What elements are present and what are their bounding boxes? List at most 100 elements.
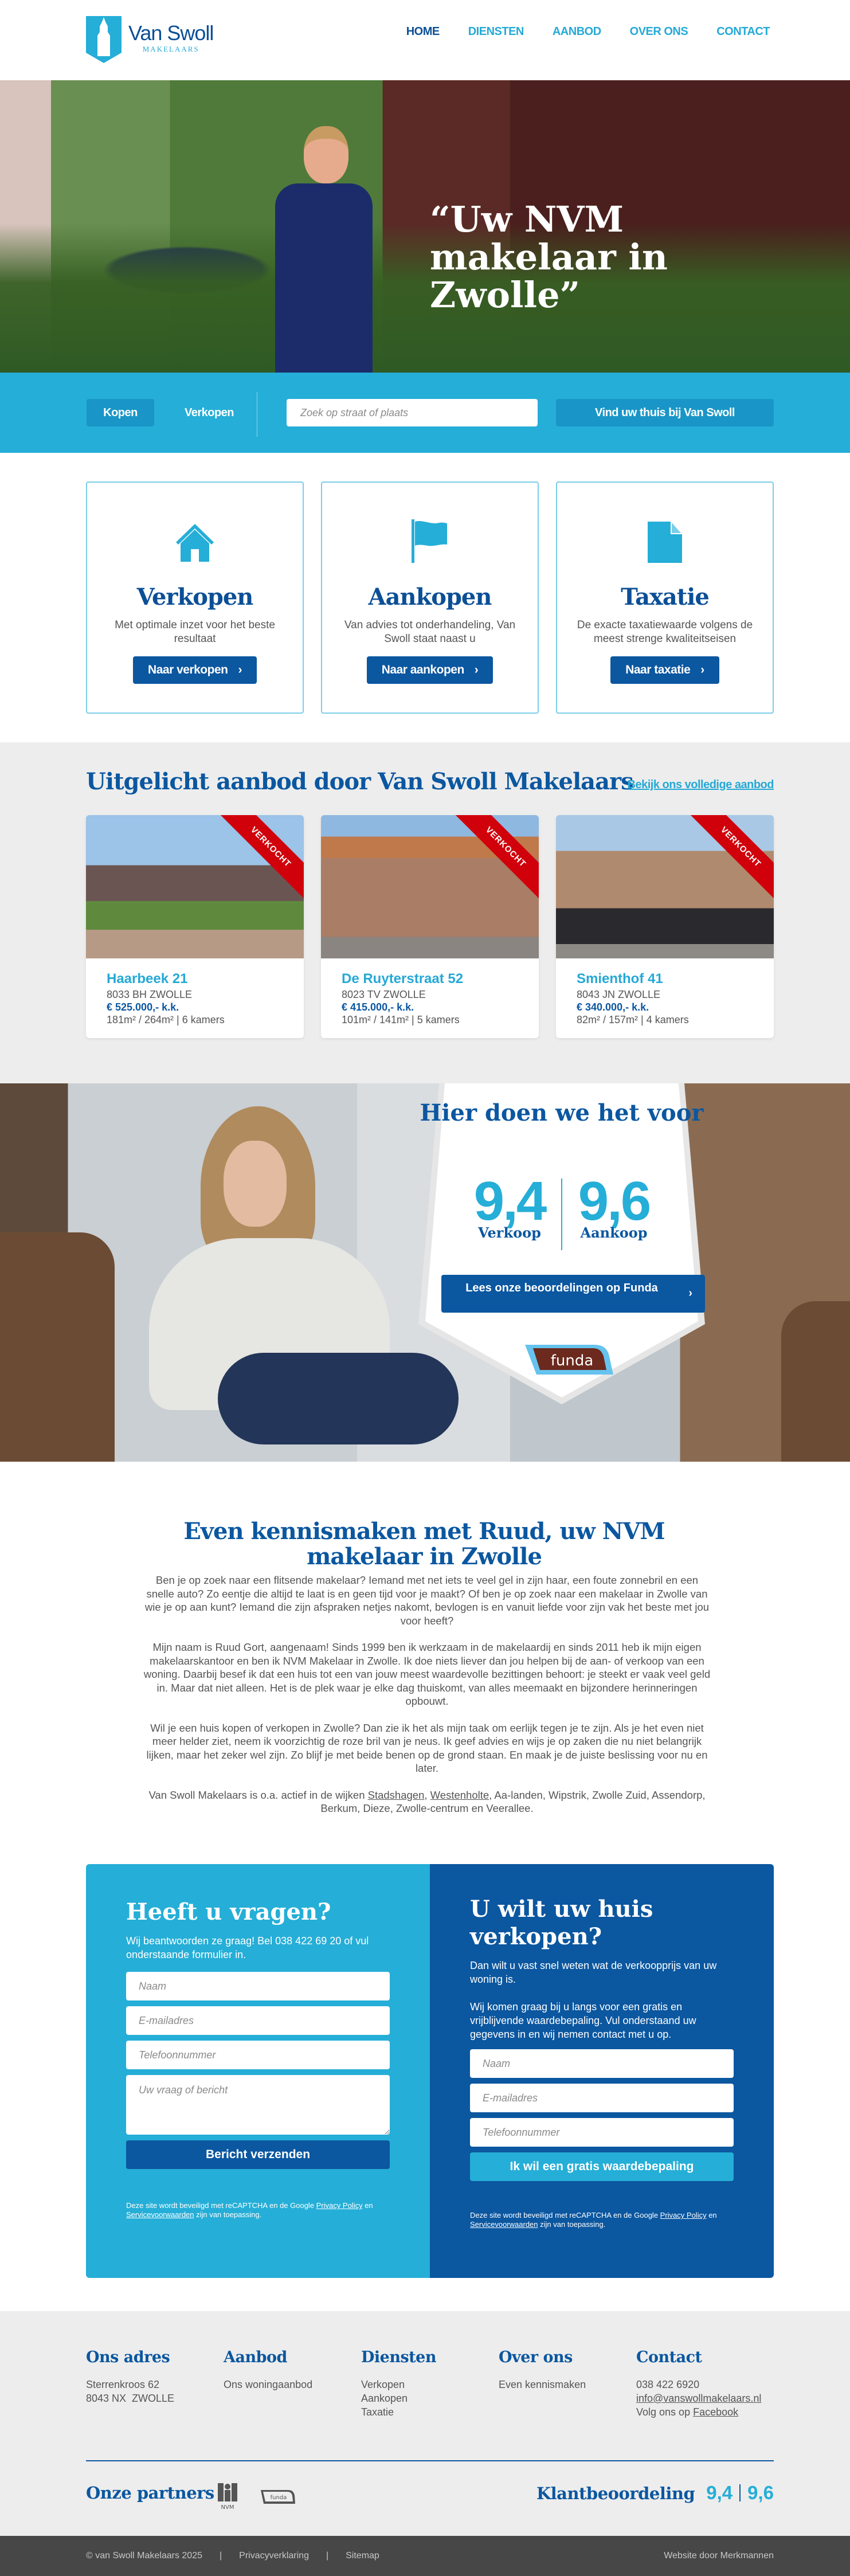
chevron-right-icon: › <box>688 1287 692 1299</box>
logo[interactable]: Van Swoll MAKELAARS <box>86 16 214 63</box>
listing-card[interactable]: VERKOCHT De Ruyterstraat 52 8023 TV ZWOL… <box>321 815 539 1038</box>
featured-listings: Uitgelicht aanbod door Van Swoll Makelaa… <box>0 742 850 1083</box>
footer-link[interactable]: Ons woningaanbod <box>224 2378 312 2391</box>
naar-verkopen-button[interactable]: Naar verkopen › <box>133 656 257 684</box>
email-field[interactable] <box>470 2084 734 2112</box>
about-section: Even kennismaken met Ruud, uw NVM makela… <box>0 1462 850 1864</box>
message-field[interactable] <box>126 2075 390 2135</box>
sitemap-link[interactable]: Sitemap <box>346 2551 379 2561</box>
email-field[interactable] <box>126 2006 390 2035</box>
nvm-logo[interactable]: NVM <box>217 2483 238 2510</box>
nav-home[interactable]: HOME <box>406 25 440 38</box>
footer-heading: Ons adres <box>86 2348 170 2366</box>
nav-contact[interactable]: CONTACT <box>716 25 770 38</box>
recaptcha-text: en <box>362 2201 373 2210</box>
svg-text:funda: funda <box>551 1352 594 1369</box>
naar-taxatie-button[interactable]: Naar taxatie › <box>610 656 719 684</box>
naar-aankopen-button[interactable]: Naar aankopen › <box>366 656 493 684</box>
search-button[interactable]: Vind uw thuis bij Van Swoll <box>556 399 774 426</box>
listing-price: € 340.000,- k.k. <box>577 1001 649 1013</box>
read-reviews-button[interactable]: Lees onze beoordelingen op Funda › <box>441 1275 705 1313</box>
about-title: Even kennismaken met Ruud, uw NVM makela… <box>183 1518 665 1570</box>
funda-logo-small[interactable]: funda <box>260 2489 296 2504</box>
recaptcha-notice: Deze site wordt beveiligd met reCAPTCHA … <box>470 2211 734 2229</box>
site-footer: Ons adres Sterrenkroos 62 8043 NX ZWOLLE… <box>0 2311 850 2536</box>
hero-photo-person <box>269 126 373 373</box>
phone-number[interactable]: 038 422 6920 <box>636 2378 761 2391</box>
footer-col-aanbod: Aanbod Ons woningaanbod <box>224 2348 312 2391</box>
name-field[interactable] <box>126 1972 390 2000</box>
customer-rating: Klantbeoordeling 9,4 9,6 <box>536 2482 774 2504</box>
privacy-link[interactable]: Privacyverklaring <box>239 2551 309 2561</box>
view-all-listings-link[interactable]: Bekijk ons volledige aanbod <box>628 778 774 792</box>
nav-diensten[interactable]: DIENSTEN <box>468 25 524 38</box>
flag-icon <box>412 519 447 563</box>
about-paragraph: Mijn naam is Ruud Gort, aangenaam! Sinds… <box>143 1641 711 1707</box>
listing-card[interactable]: VERKOCHT Smienthof 41 8043 JN ZWOLLE € 3… <box>556 815 774 1038</box>
service-title: Verkopen <box>136 584 254 610</box>
name-field[interactable] <box>470 2049 734 2078</box>
send-message-button[interactable]: Bericht verzenden <box>126 2140 390 2169</box>
contact-form-title: Heeft u vragen? <box>126 1898 331 1925</box>
svg-text:funda: funda <box>271 2495 287 2501</box>
request-valuation-button[interactable]: Ik wil een gratis waardebepaling <box>470 2152 734 2181</box>
terms-link[interactable]: Servicevoorwaarden <box>470 2220 538 2229</box>
listing-photo: VERKOCHT <box>86 815 304 958</box>
footer-link[interactable]: Taxatie <box>361 2405 436 2419</box>
terms-link[interactable]: Servicevoorwaarden <box>126 2210 194 2219</box>
recaptcha-text: Deze site wordt beveiligd met reCAPTCHA … <box>126 2201 316 2210</box>
bottom-bar: © van Swoll Makelaars 2025 | Privacyverk… <box>0 2536 850 2576</box>
recaptcha-text: zijn van toepassing. <box>538 2220 606 2229</box>
listing-city: 8023 TV ZWOLLE <box>342 989 426 1000</box>
separator: | <box>220 2551 222 2561</box>
nav-aanbod[interactable]: AANBOD <box>553 25 601 38</box>
site-header: Van Swoll MAKELAARS HOME DIENSTEN AANBOD… <box>0 0 850 80</box>
phone-field[interactable] <box>126 2041 390 2069</box>
email-link[interactable]: info@vanswollmakelaars.nl <box>636 2393 761 2404</box>
facebook-link[interactable]: Facebook <box>693 2406 738 2418</box>
sold-ribbon: VERKOCHT <box>683 815 774 905</box>
area-link-stadshagen[interactable]: Stadshagen <box>368 1789 425 1801</box>
nav-over-ons[interactable]: OVER ONS <box>630 25 688 38</box>
badge-title: Hier doen we het voor <box>420 1099 704 1126</box>
hero-background-image <box>0 224 850 373</box>
button-label: Naar verkopen <box>148 663 228 676</box>
contact-form: Heeft u vragen? Wij beantwoorden ze graa… <box>86 1864 430 2278</box>
service-description: De exacte taxatiewaarde volgens de meest… <box>577 619 753 645</box>
main-nav: HOME DIENSTEN AANBOD OVER ONS CONTACT <box>406 25 770 38</box>
privacy-policy-link[interactable]: Privacy Policy <box>660 2211 707 2219</box>
footer-link[interactable]: Aankopen <box>361 2391 436 2405</box>
tab-verkopen[interactable]: Verkopen <box>172 399 246 426</box>
about-paragraph: Wil je een huis kopen of verkopen in Zwo… <box>146 1721 708 1775</box>
listing-street: De Ruyterstraat 52 <box>342 971 464 986</box>
listing-card[interactable]: VERKOCHT Haarbeek 21 8033 BH ZWOLLE € 52… <box>86 815 304 1038</box>
valuation-form-subtitle: Dan wilt u vast snel weten wat de verkoo… <box>470 1960 717 1985</box>
listing-city: 8043 JN ZWOLLE <box>577 989 661 1000</box>
footer-link[interactable]: Even kennismaken <box>499 2378 586 2391</box>
footer-link[interactable]: Verkopen <box>361 2378 436 2391</box>
listing-street: Smienthof 41 <box>577 971 663 986</box>
address-line: 8043 NX ZWOLLE <box>86 2393 175 2404</box>
tab-kopen[interactable]: Kopen <box>87 399 154 426</box>
about-areas: Van Swoll Makelaars is o.a. actief in de… <box>148 1788 706 1815</box>
area-link-westenholte[interactable]: Westenholte <box>430 1789 489 1801</box>
footer-col-address: Ons adres Sterrenkroos 62 8043 NX ZWOLLE <box>86 2348 174 2405</box>
score-aankoop: 9,6 Aankoop <box>562 1174 665 1250</box>
credit-link[interactable]: Website door Merkmannen <box>664 2551 774 2561</box>
chevron-right-icon: › <box>700 663 704 676</box>
about-paragraph: Ben je op zoek naar een flitsende makela… <box>144 1574 710 1627</box>
listing-photo: VERKOCHT <box>556 815 774 958</box>
privacy-policy-link[interactable]: Privacy Policy <box>316 2201 363 2210</box>
forms-section: Heeft u vragen? Wij beantwoorden ze graa… <box>0 1864 850 2311</box>
reviews-section: Hier doen we het voor 9,4 Verkoop 9,6 Aa… <box>0 1083 850 1462</box>
phone-field[interactable] <box>470 2118 734 2147</box>
about-text: Ben je op zoek naar een flitsende makela… <box>143 1573 711 1829</box>
listing-street: Haarbeek 21 <box>107 971 188 986</box>
button-label: Naar aankopen <box>381 663 465 676</box>
services-section: Verkopen Met optimale inzet voor het bes… <box>0 453 850 742</box>
sold-ribbon: VERKOCHT <box>448 815 539 905</box>
score-value: 9,6 <box>578 1170 651 1232</box>
funda-logo[interactable]: funda <box>523 1342 614 1377</box>
search-input[interactable] <box>287 399 538 426</box>
score-verkoop: 9,4 Verkoop <box>458 1174 561 1250</box>
